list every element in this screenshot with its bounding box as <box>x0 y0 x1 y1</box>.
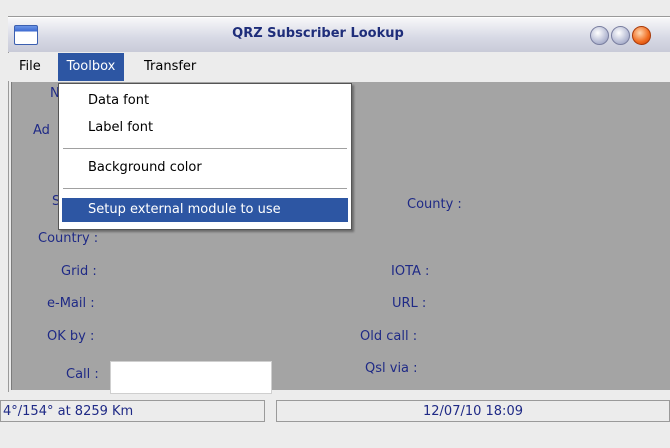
maximize-button[interactable] <box>611 26 630 45</box>
label-call: Call : <box>66 367 99 382</box>
menu-bar: File Toolbox Transfer <box>8 53 670 81</box>
menu-separator <box>63 148 347 150</box>
menu-item-label-font[interactable]: Label font <box>59 116 351 140</box>
status-datetime: 12/07/10 18:09 <box>276 400 670 422</box>
title-bar[interactable]: QRZ Subscriber Lookup <box>8 17 670 52</box>
status-bar: 4°/154° at 8259 Km 12/07/10 18:09 <box>0 400 670 424</box>
status-bearing-distance: 4°/154° at 8259 Km <box>0 400 265 422</box>
label-iota: IOTA : <box>391 264 430 279</box>
label-old-call: Old call : <box>360 329 418 344</box>
menu-item-data-font[interactable]: Data font <box>59 89 351 113</box>
label-qsl-via: Qsl via : <box>365 361 418 376</box>
label-url: URL : <box>392 296 427 311</box>
app-window: QRZ Subscriber Lookup File Toolbox Trans… <box>0 0 670 448</box>
toolbox-dropdown-menu: Data font Label font Background color Se… <box>58 83 352 230</box>
menu-file[interactable]: File <box>14 53 46 81</box>
label-county: County : <box>407 197 462 212</box>
label-ok-by: OK by : <box>47 329 95 344</box>
label-email: e-Mail : <box>47 296 95 311</box>
menu-separator <box>63 188 347 190</box>
label-country: Country : <box>38 231 99 246</box>
menu-toolbox[interactable]: Toolbox <box>58 53 124 81</box>
menu-item-setup-external-module[interactable]: Setup external module to use <box>62 198 348 222</box>
window-title: QRZ Subscriber Lookup <box>232 26 404 41</box>
minimize-button[interactable] <box>590 26 609 45</box>
call-input[interactable] <box>110 361 272 394</box>
menu-transfer[interactable]: Transfer <box>139 53 201 81</box>
label-partial-address: Ad <box>33 123 50 138</box>
menu-item-background-color[interactable]: Background color <box>59 156 351 180</box>
close-button[interactable] <box>632 26 651 45</box>
label-grid: Grid : <box>61 264 97 279</box>
